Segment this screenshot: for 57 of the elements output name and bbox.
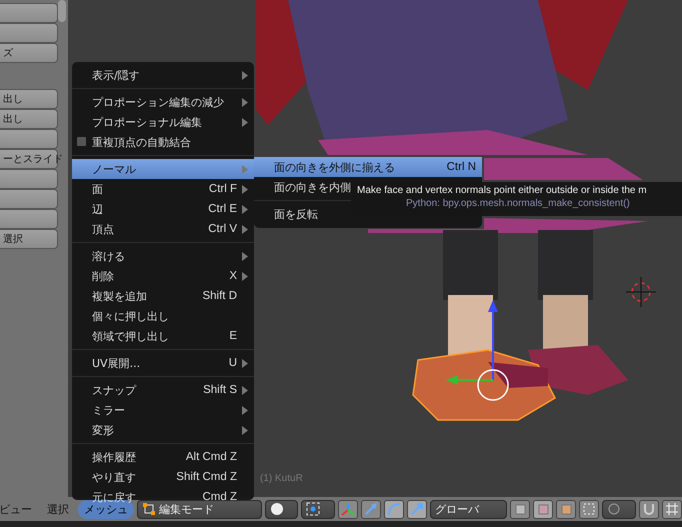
tool-button[interactable] (0, 23, 58, 43)
3d-cursor-icon (626, 276, 656, 308)
mode-dropdown[interactable]: 編集モード (137, 500, 262, 518)
scrollbar[interactable] (58, 0, 66, 22)
rotate-arc-icon[interactable] (384, 500, 404, 518)
transform-gizmo[interactable] (446, 300, 509, 401)
grid-snap-icon[interactable] (662, 500, 682, 518)
menu-item[interactable]: 重複頂点の自動結合 (72, 132, 254, 152)
tool-button[interactable] (0, 3, 58, 23)
sphere-icon (270, 502, 284, 516)
menu-item[interactable]: スナップ Shift S (72, 380, 254, 400)
menu-item[interactable]: UV展開... U (72, 353, 254, 373)
menu-item[interactable]: プロポーション編集の減少 (72, 92, 254, 112)
menu-item[interactable]: 変形 (72, 420, 254, 440)
menu-item[interactable]: 面の向きを外側に揃える Ctrl N (254, 157, 482, 177)
menu-item[interactable]: 削除 X (72, 266, 254, 286)
object-name-label: (1) KutuR (260, 473, 303, 484)
menu-item[interactable]: やり直す Shift Cmd Z (72, 467, 254, 487)
cube-icon[interactable] (533, 500, 554, 518)
manipulator-axes-icon[interactable] (338, 500, 358, 518)
menu-item[interactable]: 表示/隠す (72, 65, 254, 85)
menu-item[interactable]: ノーマル (72, 159, 254, 179)
limit-selection-icon[interactable] (579, 500, 600, 518)
menu-item[interactable]: 頂点 Ctrl V (72, 219, 254, 239)
tooltip-description: Make face and vertex normals point either outside or inside the m (357, 185, 648, 196)
proportional-dropdown[interactable] (602, 500, 636, 518)
menu-item[interactable]: 領域で押し出し E (72, 326, 254, 346)
menu-item[interactable]: 複製を追加 Shift D (72, 286, 254, 306)
tool-button[interactable] (0, 209, 58, 229)
vertex-square-icon (142, 502, 156, 516)
pivot-icon (306, 502, 320, 516)
scale-handle-icon[interactable] (407, 500, 428, 518)
circle-icon (607, 502, 622, 516)
tool-button[interactable]: ズ (0, 43, 58, 63)
tool-button[interactable] (0, 129, 58, 149)
menu-item[interactable]: ミラー (72, 400, 254, 420)
menu-button[interactable]: ビュー (0, 500, 38, 518)
menu-item[interactable]: 辺 Ctrl E (72, 199, 254, 219)
checkbox[interactable] (77, 137, 86, 146)
pivot-dropdown[interactable] (301, 500, 336, 518)
shading-dropdown[interactable] (264, 500, 298, 518)
magnet-icon[interactable] (639, 500, 659, 518)
tool-button[interactable]: 出し (0, 109, 58, 129)
menu-item[interactable]: 面 Ctrl F (72, 179, 254, 199)
tool-button[interactable] (0, 189, 58, 209)
menu-item[interactable]: 操作履歴 Alt Cmd Z (72, 447, 254, 467)
menu-item[interactable]: 溶ける (72, 246, 254, 266)
tooltip-python: Python: bpy.ops.mesh.normals_make_consistent() (405, 198, 631, 209)
menu-item[interactable]: プロポーショナル編集 (72, 112, 254, 132)
menu-item[interactable]: 個々に押し出し (72, 306, 254, 326)
cube-icon[interactable] (510, 500, 530, 518)
tool-button[interactable] (0, 169, 58, 189)
cube-icon[interactable] (556, 500, 576, 518)
menu-button[interactable]: 選択 (41, 500, 75, 518)
orientation-dropdown[interactable]: グローバ (430, 500, 508, 518)
tool-button[interactable]: 選択 (0, 229, 58, 249)
tool-button[interactable]: 出し (0, 89, 58, 109)
